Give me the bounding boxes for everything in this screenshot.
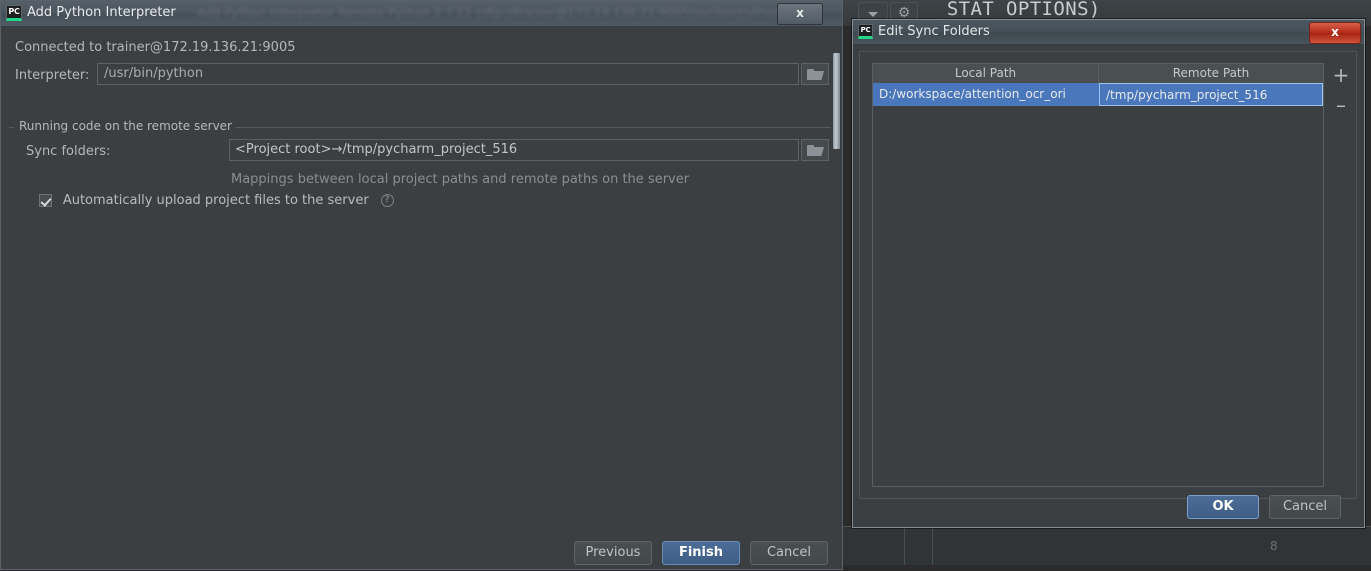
interpreter-dialog-footer: Previous Finish Cancel: [1, 525, 842, 571]
cancel-button[interactable]: Cancel: [750, 541, 828, 565]
group-divider-left: [9, 127, 14, 128]
table-row[interactable]: D:/workspace/attention_ocr_ori /tmp/pych…: [873, 83, 1323, 106]
sync-dialog-body: Local Path Remote Path D:/workspace/atte…: [853, 45, 1364, 529]
column-header-remote-path[interactable]: Remote Path: [1099, 64, 1323, 83]
add-mapping-button[interactable]: +: [1328, 63, 1354, 89]
sync-folders-panel: Local Path Remote Path D:/workspace/atte…: [859, 51, 1357, 499]
help-icon[interactable]: ?: [380, 194, 394, 207]
interpreter-dialog-title: Add Python Interpreter: [27, 5, 176, 20]
dialog-scrollbar[interactable]: [833, 53, 840, 569]
auto-upload-checkbox[interactable]: [39, 194, 52, 207]
pycharm-icon: PC: [6, 5, 22, 21]
cell-remote-path[interactable]: /tmp/pycharm_project_516: [1099, 83, 1323, 106]
close-button[interactable]: x: [777, 3, 823, 25]
sync-folders-table[interactable]: Local Path Remote Path D:/workspace/atte…: [872, 63, 1324, 487]
interpreter-dialog-body: Connected to trainer@172.19.136.21:9005 …: [1, 27, 842, 571]
auto-upload-row[interactable]: Automatically upload project files to th…: [39, 193, 394, 211]
browse-sync-folders-button[interactable]: [801, 139, 829, 161]
edit-sync-folders-dialog: PC Edit Sync Folders x Local Path Remote…: [852, 19, 1365, 528]
sync-dialog-title: Edit Sync Folders: [878, 24, 990, 39]
sync-dialog-titlebar[interactable]: PC Edit Sync Folders x: [853, 20, 1364, 45]
group-divider-right: [209, 127, 831, 128]
add-python-interpreter-dialog: PC Add Python Interpreter Add Python Int…: [0, 0, 843, 570]
pycharm-icon: PC: [858, 24, 873, 39]
table-header: Local Path Remote Path: [873, 64, 1323, 84]
remote-server-group: Running code on the remote server: [9, 119, 831, 133]
status-number: 8: [1270, 539, 1278, 553]
cell-local-path[interactable]: D:/workspace/attention_ocr_ori: [873, 83, 1099, 106]
browse-interpreter-button[interactable]: [801, 63, 829, 85]
interpreter-input[interactable]: /usr/bin/python: [97, 63, 799, 85]
sync-folders-hint: Mappings between local project paths and…: [231, 172, 690, 187]
sync-folders-input[interactable]: <Project root>→/tmp/pycharm_project_516: [229, 139, 799, 161]
cancel-button[interactable]: Cancel: [1269, 495, 1341, 519]
sync-dialog-footer: OK Cancel: [853, 493, 1364, 529]
background-window-title: Add Python Interpreter Remote Python 2.7…: [197, 6, 786, 20]
auto-upload-label: Automatically upload project files to th…: [62, 193, 369, 208]
previous-button[interactable]: Previous: [574, 541, 652, 565]
table-side-buttons: + –: [1328, 63, 1358, 133]
connection-status-text: Connected to trainer@172.19.136.21:9005: [15, 40, 296, 55]
folder-icon: [807, 145, 824, 156]
close-icon[interactable]: x: [1309, 22, 1361, 44]
interpreter-dialog-titlebar[interactable]: PC Add Python Interpreter Add Python Int…: [1, 1, 842, 27]
interpreter-label: Interpreter:: [15, 68, 90, 83]
column-header-local-path[interactable]: Local Path: [873, 64, 1099, 83]
editor-code-fragment: _STAT_OPTIONS): [935, 0, 1101, 20]
remove-mapping-button[interactable]: –: [1328, 93, 1354, 119]
finish-button[interactable]: Finish: [662, 541, 740, 565]
status-cell-2: [904, 527, 933, 565]
sync-folders-label: Sync folders:: [26, 144, 111, 159]
scrollbar-thumb[interactable]: [833, 53, 840, 149]
status-cell-1: [846, 527, 905, 565]
folder-icon: [807, 69, 824, 80]
ok-button[interactable]: OK: [1187, 495, 1259, 519]
group-title: Running code on the remote server: [15, 119, 236, 133]
